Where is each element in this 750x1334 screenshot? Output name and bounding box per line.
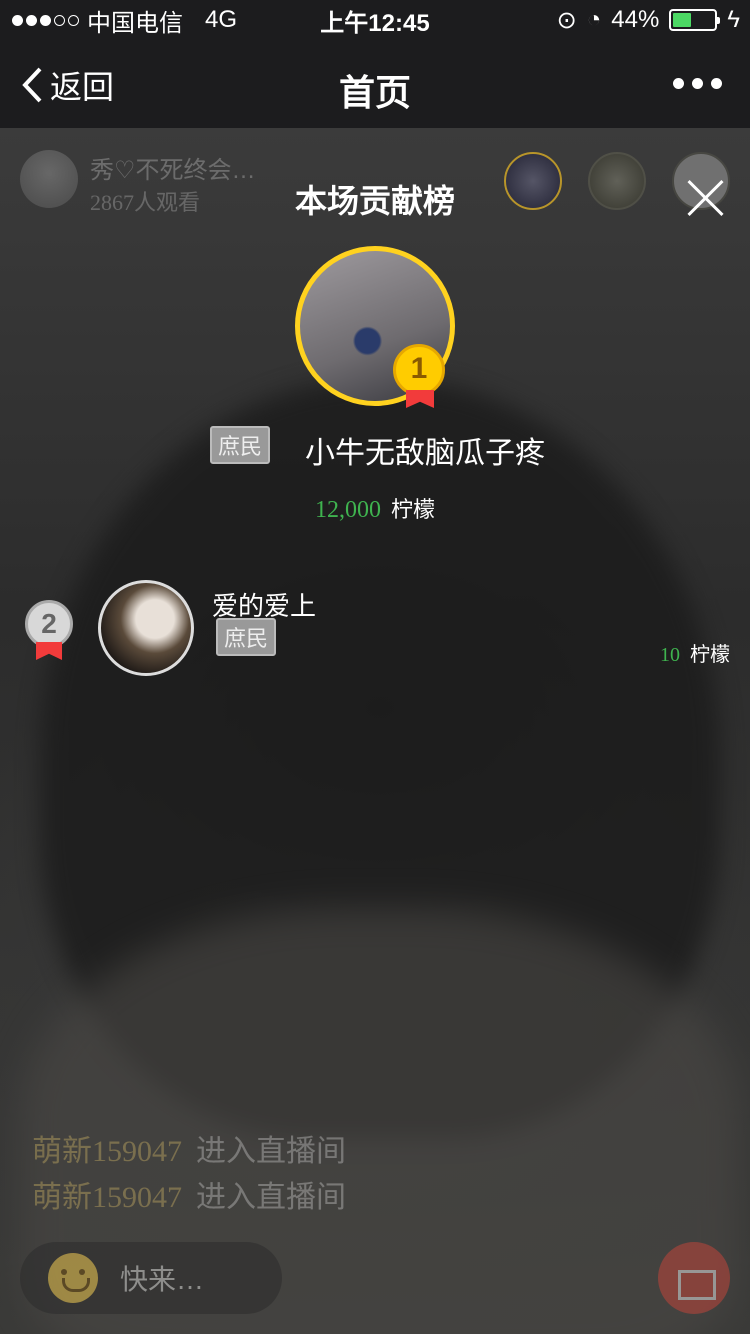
score-value: 12,000 (314, 497, 381, 523)
first-place-score: 12,000 柠檬 (0, 492, 750, 524)
gift-icon[interactable] (658, 1242, 730, 1314)
battery-percent: 44% (611, 6, 660, 33)
input-placeholder: 快来… (120, 1264, 205, 1295)
rank-tag: 庶民 (216, 618, 277, 656)
second-place-avatar[interactable] (98, 580, 194, 676)
second-place-score: 10 柠檬 (660, 638, 730, 667)
close-icon[interactable] (686, 178, 726, 218)
comment-input[interactable]: 快来… (20, 1242, 282, 1314)
chat-message: 萌新159047 进入直播间 (32, 1172, 346, 1216)
status-bar: 中国电信 4G 上午12:45 ⊙ ◔ 44% ϟ (0, 0, 750, 40)
chat-user: 萌新159047 (32, 1135, 182, 1168)
score-unit: 柠檬 (390, 497, 435, 522)
battery-icon (669, 9, 721, 31)
gold-medal-icon: 1 (393, 344, 445, 396)
panel-title: 本场贡献榜 (294, 183, 455, 219)
more-button[interactable] (673, 78, 722, 89)
score-value: 10 (660, 644, 680, 666)
chat-text: 进入直播间 (196, 1135, 346, 1168)
emoji-icon[interactable] (48, 1253, 98, 1303)
nav-bar: 返回 首页 (0, 40, 750, 128)
rank-tag: 庶民 (210, 426, 271, 464)
chat-text: 进入直播间 (196, 1181, 346, 1214)
score-unit: 柠檬 (690, 644, 730, 666)
silver-medal-icon: 2 (25, 600, 73, 648)
first-place-name: 小牛无敌脑瓜子疼 (305, 437, 545, 470)
chat-user: 萌新159047 (32, 1181, 182, 1214)
charging-icon: ϟ (727, 6, 740, 33)
page-title: 首页 (338, 72, 411, 113)
chat-message: 萌新159047 进入直播间 (32, 1126, 346, 1170)
rotation-lock-icon: ⊙ (556, 6, 577, 34)
alarm-icon: ◔ (586, 6, 602, 33)
